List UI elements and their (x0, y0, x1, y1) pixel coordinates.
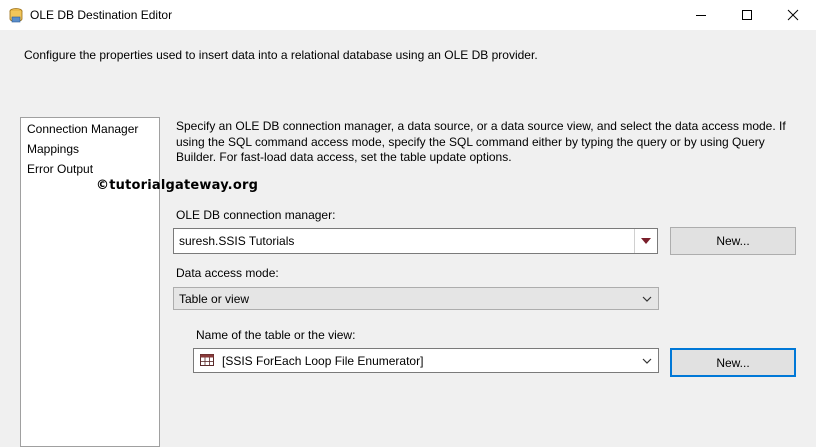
access-mode-value: Table or view (179, 292, 250, 306)
minimize-button[interactable] (678, 0, 724, 30)
page-nav-list: Connection Manager Mappings Error Output (20, 117, 160, 447)
window-title: OLE DB Destination Editor (30, 8, 173, 22)
connection-manager-dropdown[interactable]: suresh.SSIS Tutorials (173, 228, 658, 254)
app-icon (9, 7, 23, 23)
page-description-line: using the SQL command access mode, speci… (176, 134, 765, 149)
table-name-label: Name of the table or the view: (196, 328, 356, 342)
maximize-button[interactable] (724, 0, 770, 30)
table-icon (200, 354, 214, 369)
dropdown-arrow-icon[interactable] (634, 229, 657, 253)
close-button[interactable] (770, 0, 816, 30)
maximize-icon (742, 10, 752, 20)
nav-item-connection-manager[interactable]: Connection Manager (27, 122, 138, 136)
minimize-icon (696, 15, 706, 16)
chevron-down-icon[interactable] (636, 288, 658, 309)
connection-manager-value: suresh.SSIS Tutorials (179, 234, 295, 248)
page-description-line: Builder. For fast-load data access, set … (176, 150, 512, 164)
page-description: Specify an OLE DB connection manager, a … (176, 119, 786, 166)
page-description-line: Specify an OLE DB connection manager, a … (176, 119, 786, 133)
title-bar: OLE DB Destination Editor (0, 0, 816, 30)
new-connection-button[interactable]: New... (670, 227, 796, 255)
access-mode-dropdown[interactable]: Table or view (173, 287, 659, 310)
editor-description: Configure the properties used to insert … (24, 48, 538, 62)
access-mode-label: Data access mode: (176, 266, 279, 280)
table-name-dropdown[interactable]: [SSIS ForEach Loop File Enumerator] (193, 348, 659, 373)
nav-item-mappings[interactable]: Mappings (27, 142, 79, 156)
chevron-down-icon[interactable] (636, 349, 658, 372)
table-name-value: [SSIS ForEach Loop File Enumerator] (222, 354, 424, 368)
watermark: ©tutorialgateway.org (96, 178, 259, 193)
close-icon (787, 9, 799, 21)
nav-item-error-output[interactable]: Error Output (27, 162, 93, 176)
connection-manager-label: OLE DB connection manager: (176, 208, 336, 222)
new-table-button[interactable]: New... (670, 348, 796, 377)
